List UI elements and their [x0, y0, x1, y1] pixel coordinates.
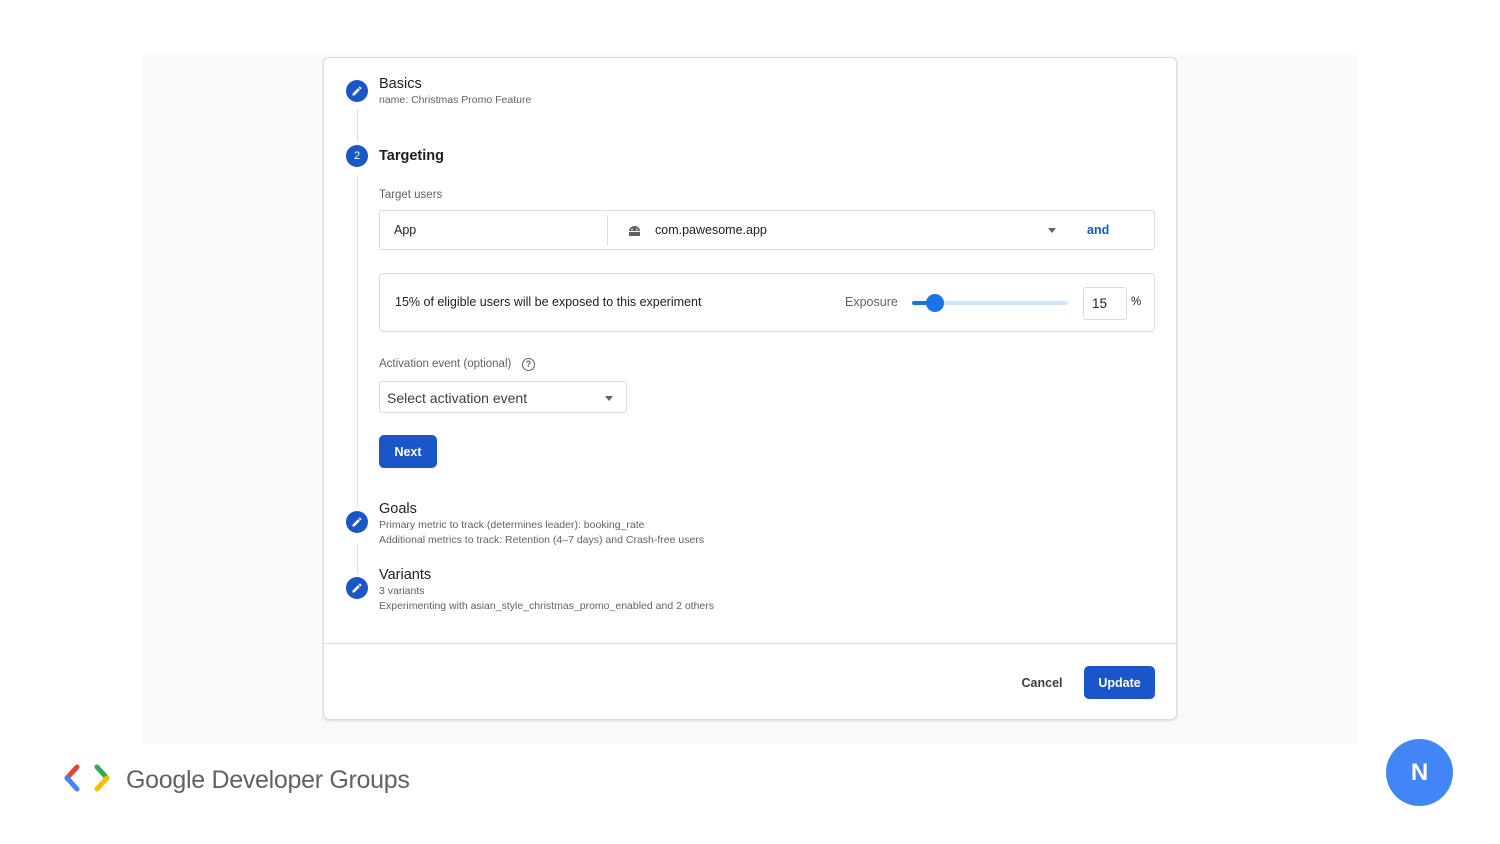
edit-icon[interactable] [346, 80, 368, 102]
gdg-branding: Google Developer Groups [64, 764, 410, 797]
step-connector [357, 110, 358, 142]
basics-summary: name: Christmas Promo Feature [379, 94, 532, 106]
dropdown-caret-icon[interactable] [1048, 228, 1056, 233]
goals-title: Goals [379, 501, 417, 517]
exposure-slider[interactable] [912, 294, 1068, 312]
exposure-description: 15% of eligible users will be exposed to… [395, 295, 702, 309]
basics-title: Basics [379, 76, 422, 92]
variants-count: 3 variants [379, 585, 425, 597]
app-package-select[interactable]: com.pawesome.app [655, 223, 767, 237]
dropdown-caret-icon [605, 396, 613, 401]
exposure-panel: 15% of eligible users will be exposed to… [379, 273, 1155, 332]
step-number-badge: 2 [346, 145, 368, 167]
app-label: App [394, 223, 417, 237]
divider [607, 215, 608, 245]
edit-icon[interactable] [346, 511, 368, 533]
gdg-wordmark: Google Developer Groups [126, 766, 410, 794]
avatar[interactable]: N [1386, 739, 1453, 806]
and-button[interactable]: and [1087, 223, 1109, 237]
variants-description: Experimenting with asian_style_christmas… [379, 600, 715, 612]
goals-primary-metric: Primary metric to track (determines lead… [379, 519, 645, 531]
variants-title: Variants [379, 567, 432, 583]
target-users-row: App com.pawesome.app and [379, 210, 1155, 250]
step-connector [357, 544, 358, 574]
update-button[interactable]: Update [1084, 666, 1155, 699]
help-icon[interactable]: ? [522, 358, 535, 371]
android-icon [628, 224, 641, 242]
slider-thumb[interactable] [926, 294, 945, 312]
next-button[interactable]: Next [379, 435, 437, 468]
activation-event-label: Activation event (optional) [379, 358, 512, 370]
percent-sign: % [1131, 296, 1142, 308]
exposure-label: Exposure [845, 295, 898, 309]
experiment-editor-card: Basics name: Christmas Promo Feature 2 T… [323, 57, 1177, 720]
exposure-input[interactable]: 15 [1083, 287, 1127, 320]
targeting-title: Targeting [379, 148, 444, 164]
target-users-label: Target users [379, 189, 443, 201]
gdg-logo [64, 764, 116, 797]
footer-divider [324, 643, 1176, 644]
goals-additional-metrics: Additional metrics to track: Retention (… [379, 534, 705, 546]
cancel-button[interactable]: Cancel [1014, 666, 1070, 699]
activation-event-select[interactable]: Select activation event [379, 381, 627, 413]
edit-icon[interactable] [346, 577, 368, 599]
step-connector [357, 176, 358, 506]
activation-event-placeholder: Select activation event [387, 390, 528, 406]
